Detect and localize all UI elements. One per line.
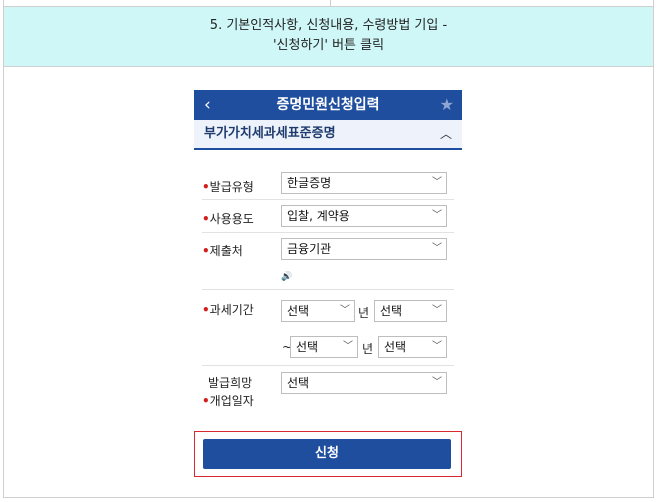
open-date-label: 발급희망 •개업일자 <box>202 376 254 408</box>
chevron-down-icon: ﹀ <box>432 305 442 316</box>
apply-button[interactable]: 신청 <box>203 439 451 469</box>
to-year-select[interactable]: 선택 ﹀ <box>290 336 358 358</box>
divider <box>202 289 454 290</box>
required-mark: • <box>202 212 210 226</box>
step-caption: 5. 기본인적사항, 신청내용, 수령방법 기입 - '신청하기' 버튼 클릭 <box>4 7 653 67</box>
from-term-select[interactable]: 선택 ﹀ <box>374 300 447 322</box>
caption-line-1: 5. 기본인적사항, 신청내용, 수령방법 기입 - <box>209 18 448 33</box>
usage-select[interactable]: 입찰, 계약용 ﹀ <box>281 205 447 227</box>
chevron-down-icon: ﹀ <box>432 177 442 188</box>
submit-to-label: •제출처 <box>202 244 243 258</box>
year-unit-label: 년 <box>358 306 370 320</box>
chevron-down-icon: ﹀ <box>432 210 442 221</box>
usage-label: •사용용도 <box>202 212 254 226</box>
issue-type-label: •발급유형 <box>202 180 254 194</box>
chevron-up-icon[interactable]: ︿ <box>440 120 452 148</box>
required-mark: • <box>202 244 210 258</box>
chevron-down-icon: ﹀ <box>432 243 442 254</box>
to-term-select[interactable]: 선택 ﹀ <box>378 336 447 358</box>
submit-to-select[interactable]: 금융기관 ﹀ <box>281 238 447 260</box>
divider <box>202 199 454 200</box>
required-mark: • <box>202 394 210 408</box>
divider <box>202 365 454 366</box>
open-date-select[interactable]: 선택 ﹀ <box>281 372 447 394</box>
required-mark: • <box>202 180 210 194</box>
speaker-icon[interactable]: 🔊 <box>281 272 292 282</box>
app-bar: ‹ 증명민원신청입력 ★ <box>194 90 462 120</box>
from-year-select[interactable]: 선택 ﹀ <box>281 300 355 322</box>
issue-type-select[interactable]: 한글증명 ﹀ <box>281 172 447 194</box>
chevron-down-icon: ﹀ <box>340 305 350 316</box>
chevron-down-icon: ﹀ <box>432 377 442 388</box>
year-unit-label: 년 <box>362 342 374 356</box>
page-title: 증명민원신청입력 <box>276 97 380 113</box>
caption-line-2: '신청하기' 버튼 클릭 <box>272 38 385 53</box>
required-mark: • <box>202 303 210 317</box>
divider <box>202 232 454 233</box>
section-title: 부가가치세과세표준증명 <box>204 126 336 141</box>
section-header[interactable]: 부가가치세과세표준증명 ︿ <box>194 120 462 150</box>
star-icon[interactable]: ★ <box>440 94 454 116</box>
mobile-screen: ‹ 증명민원신청입력 ★ 부가가치세과세표준증명 ︿ •발급유형 한글증명 ﹀ •… <box>194 90 462 484</box>
highlight-box: 신청 <box>194 431 462 477</box>
chevron-down-icon: ﹀ <box>343 341 353 352</box>
chevron-down-icon: ﹀ <box>432 341 442 352</box>
tax-period-label: •과세기간 <box>202 303 254 317</box>
